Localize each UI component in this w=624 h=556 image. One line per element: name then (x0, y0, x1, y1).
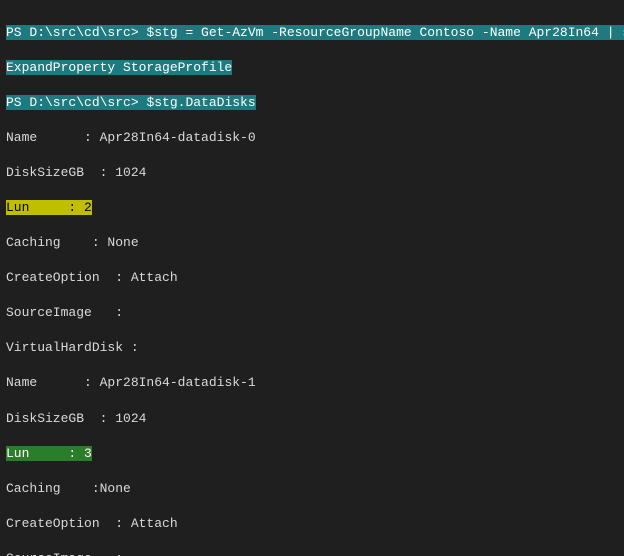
disk1-size: DiskSizeGB : 1024 (6, 410, 620, 428)
disk1-createoption: CreateOption : Attach (6, 515, 620, 533)
disk1-caching: Caching :None (6, 480, 620, 498)
cmd-line-1b: ExpandProperty StorageProfile (6, 59, 620, 77)
cmd-line-2: PS D:\src\cd\src> $stg.DataDisks (6, 94, 620, 112)
disk0-lun: Lun : 2 (6, 199, 620, 217)
disk1-name: Name : Apr28In64-datadisk-1 (6, 374, 620, 392)
lun-highlight: Lun : (6, 200, 84, 215)
disk0-sourceimage: SourceImage : (6, 304, 620, 322)
disk0-size: DiskSizeGB : 1024 (6, 164, 620, 182)
cmd-line-1: PS D:\src\cd\src> $stg = Get-AzVm -Resou… (6, 24, 620, 42)
cmd-text: $stg = Get-AzVm -ResourceGroupName Conto… (146, 25, 624, 40)
cmd-text: $stg.DataDisks (146, 95, 255, 110)
disk1-sourceimage: SourceImage : (6, 550, 620, 556)
ps-prompt: PS D:\src\cd\src> (6, 25, 146, 40)
ps-prompt: PS D:\src\cd\src> (6, 95, 146, 110)
disk0-caching: Caching : None (6, 234, 620, 252)
disk0-vhd: VirtualHardDisk : (6, 339, 620, 357)
disk0-createoption: CreateOption : Attach (6, 269, 620, 287)
lun-highlight: Lun : (6, 446, 84, 461)
disk0-name: Name : Apr28In64-datadisk-0 (6, 129, 620, 147)
terminal-output: PS D:\src\cd\src> $stg = Get-AzVm -Resou… (0, 0, 624, 556)
disk1-lun: Lun : 3 (6, 445, 620, 463)
cmd-text: ExpandProperty StorageProfile (6, 60, 232, 75)
